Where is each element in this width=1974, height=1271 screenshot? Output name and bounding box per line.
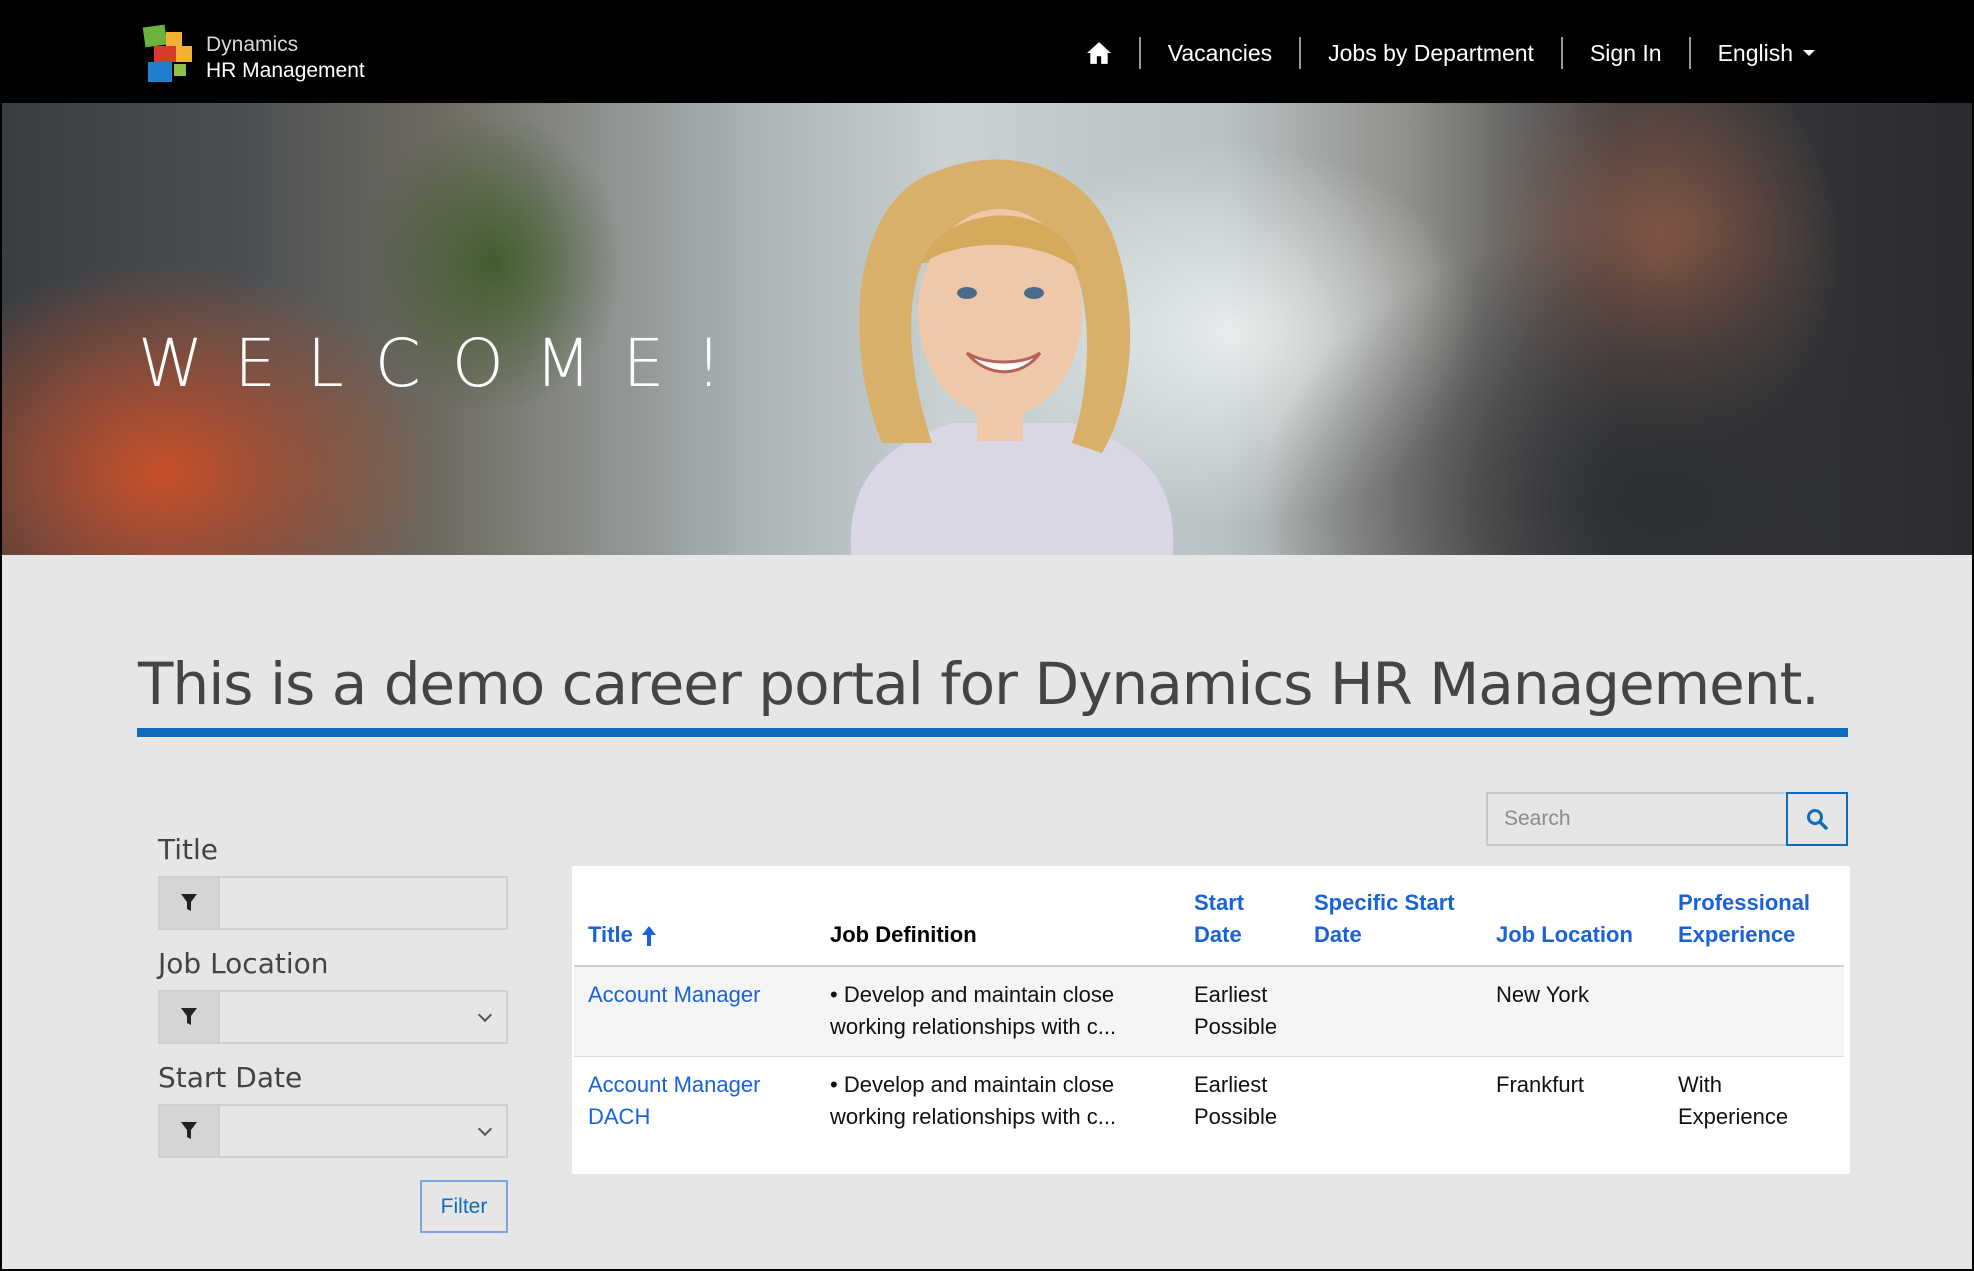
logo-line-2: HR Management [206,59,365,82]
headline-underline [137,728,1848,737]
cell-title: Account Manager [574,966,816,1056]
table-row: Account Manager • Develop and maintain c… [574,966,1844,1056]
column-header-title[interactable]: Title [574,866,816,966]
cell-job-location: Frankfurt [1496,1071,1585,1097]
filter-location-field [158,990,508,1044]
logo[interactable]: Dynamics HR Management [140,22,400,86]
cell-job-definition: • Develop and maintain close working rel… [830,982,1117,1039]
search-icon [1807,809,1828,830]
column-header-job-definition: Job Definition [830,922,977,947]
table-header-row: Title Job Definition Start Date Specific… [574,866,1844,966]
language-label: English [1717,39,1793,66]
cell-job-location: New York [1496,982,1589,1007]
chevron-down-icon [477,1007,493,1023]
cell-professional-experience: With Experience [1678,1071,1789,1129]
filter-operator-button[interactable] [160,992,220,1042]
nav-jobs-by-department[interactable]: Jobs by Department [1301,38,1561,68]
vacancies-table: Title Job Definition Start Date Specific… [574,866,1844,1146]
column-header-specific-start-date[interactable]: Specific Start Date [1300,866,1482,966]
search-bar [1486,792,1848,846]
cell-job-definition: • Develop and maintain close working rel… [830,1071,1117,1129]
title-filter-input[interactable] [220,878,506,928]
location-filter-select[interactable] [220,992,506,1042]
top-navigation-bar: Dynamics HR Management Vacancies Jobs by… [2,2,1972,103]
column-header-professional-experience[interactable]: Professional Experience [1664,866,1844,966]
search-button[interactable] [1786,792,1848,846]
column-header-job-location[interactable]: Job Location [1482,866,1664,966]
filter-panel: Title Job Location Start Date [158,830,508,1172]
table-row: Account Manager DACH • Develop and maint… [574,1056,1844,1146]
cell-start-date: Earliest Possible [1194,982,1278,1039]
filter-operator-button[interactable] [160,1106,220,1156]
funnel-icon [181,1122,197,1139]
logo-mark-icon [142,24,192,82]
start-date-filter-select[interactable] [220,1106,506,1156]
nav-home[interactable] [1059,38,1139,68]
column-header-start-date[interactable]: Start Date [1180,866,1300,966]
filter-title-field [158,876,508,930]
filter-start-date-label: Start Date [158,1061,303,1094]
search-input[interactable] [1486,792,1786,846]
arrow-up-icon [641,926,656,947]
main-nav: Vacancies Jobs by Department Sign In Eng… [1059,2,1842,103]
logo-text: Dynamics HR Management [206,32,365,84]
hero-banner: WELCOME! [2,103,1972,555]
job-title-link[interactable]: Account Manager DACH [588,1072,760,1129]
cell-title: Account Manager DACH [574,1056,816,1146]
filter-location-label: Job Location [158,947,329,980]
funnel-icon [181,1008,197,1025]
cell-start-date: Earliest Possible [1194,1071,1278,1129]
cell-professional-experience [1664,966,1844,1056]
vacancies-table-card: Title Job Definition Start Date Specific… [572,866,1850,1174]
filter-operator-button[interactable] [160,878,220,928]
column-header-label: Title [588,922,633,947]
chevron-down-icon [477,1121,493,1137]
filter-title-label: Title [158,833,219,866]
caret-down-icon [1803,49,1815,56]
cell-specific-start-date [1300,966,1482,1056]
filter-button[interactable]: Filter [420,1180,508,1233]
logo-line-1: Dynamics [206,33,299,56]
hero-welcome-text: WELCOME! [138,325,753,402]
language-dropdown[interactable]: English [1691,38,1842,68]
nav-vacancies[interactable]: Vacancies [1141,38,1299,68]
funnel-icon [181,894,197,911]
home-icon [1086,41,1111,64]
filter-start-date-field [158,1104,508,1158]
nav-sign-in[interactable]: Sign In [1563,38,1689,68]
hero-person-image [850,159,1174,555]
page-headline: This is a demo career portal for Dynamic… [138,650,1820,718]
job-title-link[interactable]: Account Manager [588,982,760,1007]
cell-specific-start-date [1300,1056,1482,1146]
